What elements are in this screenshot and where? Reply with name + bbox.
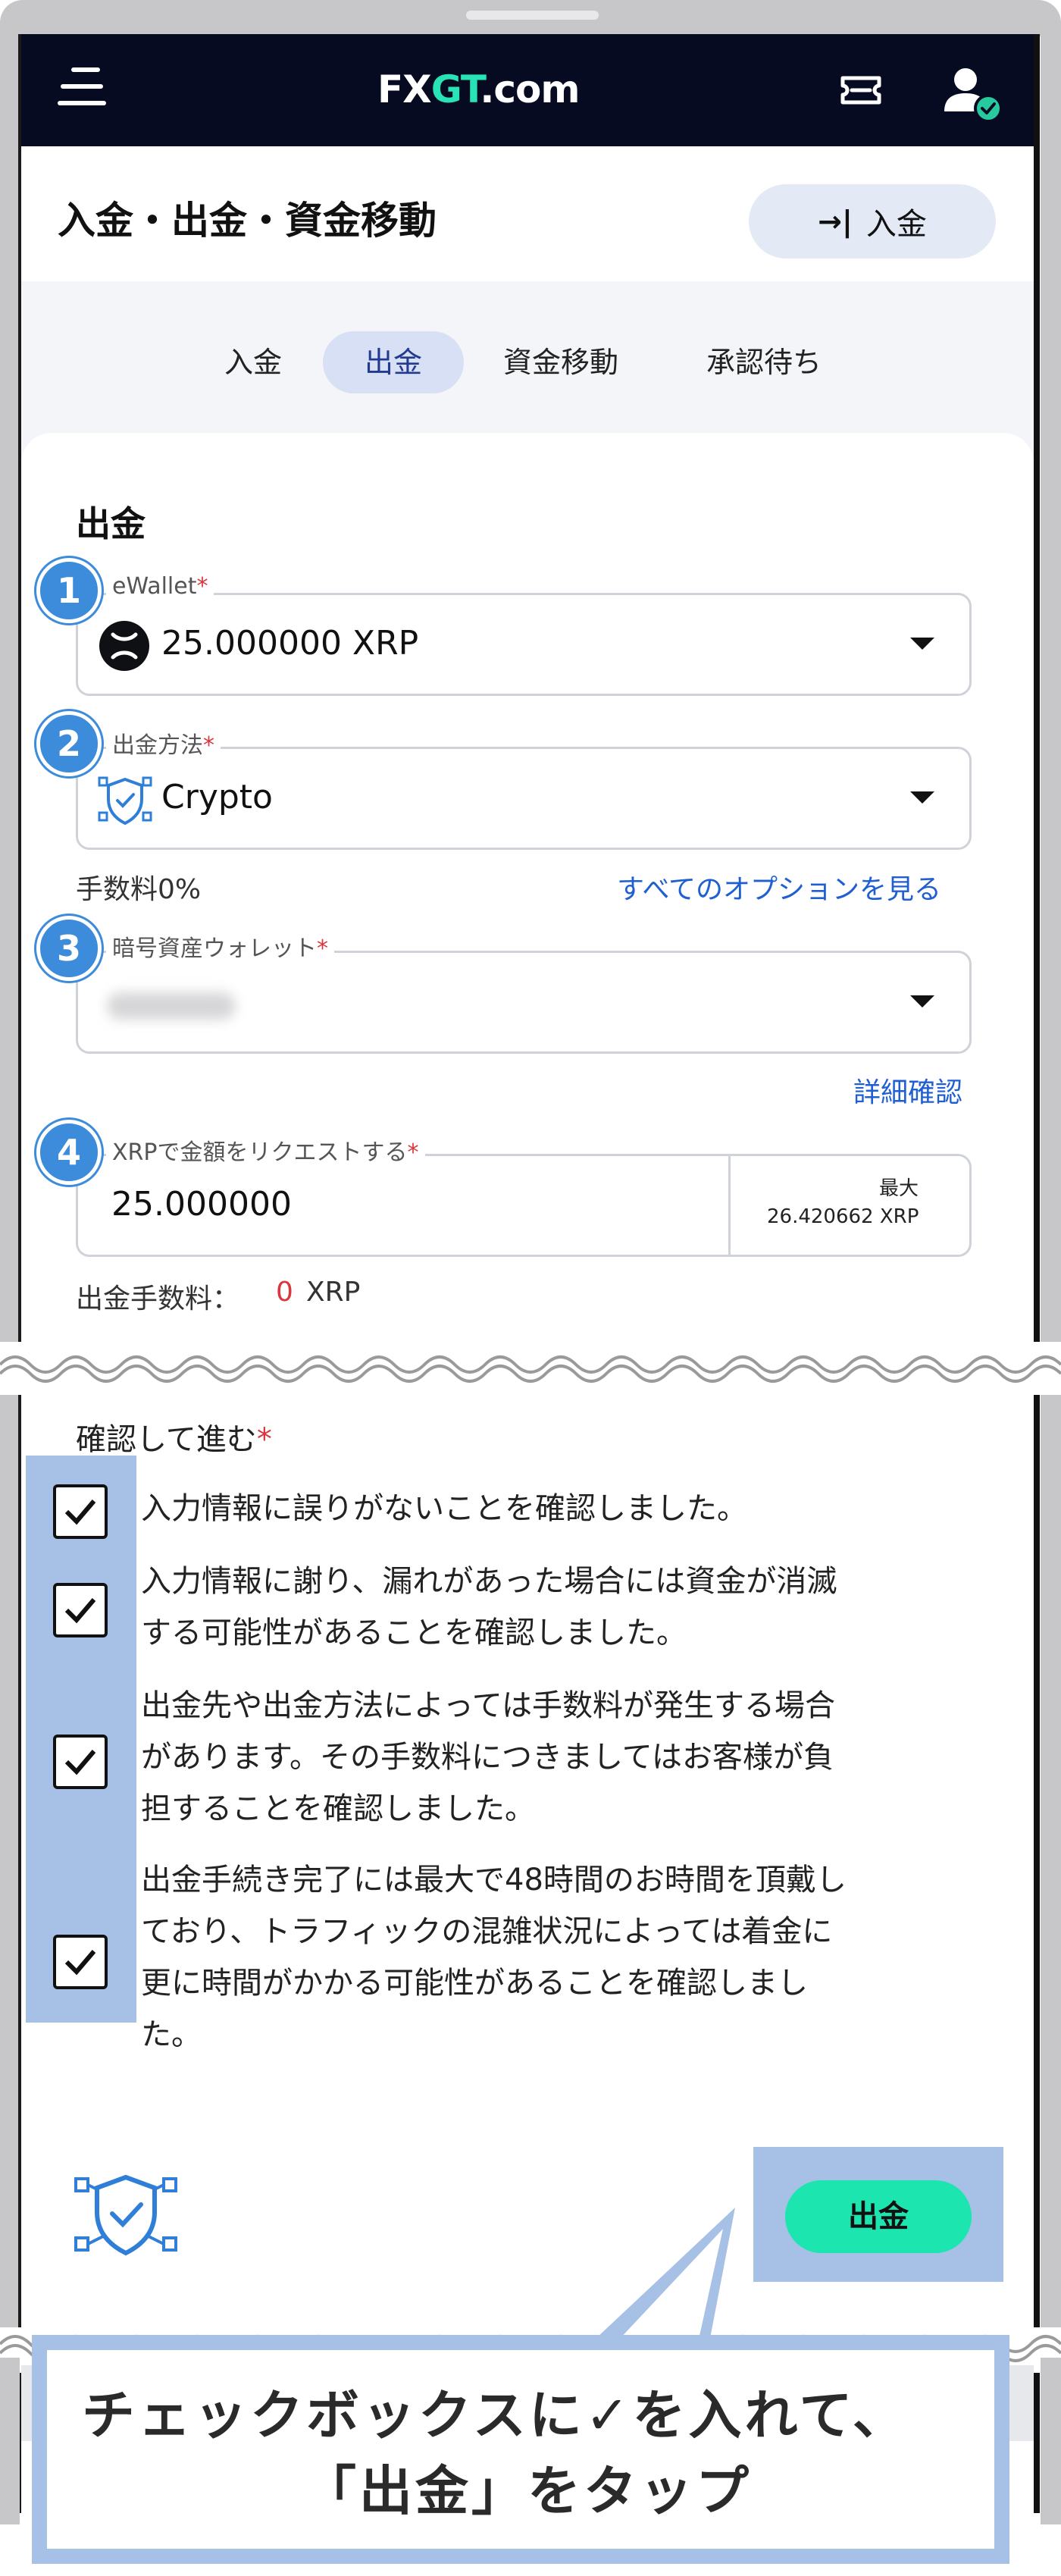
chevron-down-icon — [910, 995, 934, 1008]
section-title: 出金 — [76, 503, 146, 544]
check-icon — [64, 1598, 96, 1624]
confirm-checkbox-3[interactable] — [53, 1735, 108, 1789]
check-icon — [64, 1750, 96, 1775]
tab-transfer[interactable]: 資金移動 — [485, 331, 637, 393]
withdraw-method-label: 出金方法* — [106, 726, 221, 760]
withdraw-fee-unit: XRP — [306, 1277, 361, 1308]
arrow-right-bar-icon: →| — [818, 205, 853, 238]
xrp-icon — [99, 621, 149, 671]
ewallet-value: 25.000000 XRP — [161, 624, 419, 663]
phone-frame-left — [0, 23, 20, 2524]
withdraw-fee-amount: 0 — [276, 1277, 293, 1308]
chevron-down-icon — [910, 638, 934, 650]
callout-line-1: チェックボックスに✓を入れて、 — [82, 2384, 909, 2446]
callout-line-2: 「出金」をタップ — [303, 2460, 752, 2522]
confirm-text-4: 出金手続き完了には最大で48時間のお時間を頂戴し ており、トラフィックの混雑状況… — [141, 1863, 847, 2052]
check-icon — [64, 1950, 96, 1976]
all-options-link[interactable]: すべてのオプションを見る — [617, 867, 941, 907]
app-header: FXGT.com — [21, 34, 1034, 146]
amount-divider — [728, 1156, 731, 1255]
withdraw-submit-button[interactable]: 出金 — [785, 2180, 972, 2253]
fee-text: 手数料0% — [76, 874, 202, 905]
hamburger-menu-icon[interactable] — [58, 66, 106, 110]
withdraw-fee-label: 出金手数料： — [76, 1283, 240, 1315]
deposit-button[interactable]: →| 入金 — [749, 184, 996, 259]
phone-frame-right — [1041, 23, 1061, 2524]
step-badge-3: 3 — [36, 916, 102, 981]
confirm-checkbox-4[interactable] — [53, 1935, 108, 1989]
confirm-title: 確認して進む* — [76, 1422, 272, 1457]
confirm-text-3: 出金先や出金方法によっては手数料が発生する場合 があります。その手数料につきまし… — [141, 1688, 835, 1826]
withdraw-method-value: Crypto — [161, 778, 273, 816]
wallet-value-blurred — [107, 992, 236, 1020]
page-head: 入金・出金・資金移動 →| 入金 — [21, 146, 1034, 281]
screen-edge-right-lower — [1034, 1395, 1040, 2327]
ewallet-select[interactable]: 25.000000 XRP — [76, 593, 972, 696]
fxgt-logo[interactable]: FXGT.com — [377, 67, 581, 111]
phone-frame-left-bottom — [0, 2358, 20, 2524]
screen-edge-left-lower — [18, 1395, 21, 2327]
chevron-down-icon — [910, 791, 934, 804]
max-label: 最大 — [879, 1177, 919, 1200]
deposit-button-label: 入金 — [865, 207, 927, 242]
security-shield-icon — [73, 2167, 179, 2265]
check-icon — [64, 1500, 96, 1525]
section-cut-divider — [0, 1342, 1061, 1395]
step-badge-4: 4 — [36, 1120, 102, 1185]
crypto-wallet-label: 暗号資産ウォレット* — [106, 929, 334, 963]
confirm-text-2: 入力情報に謝り、漏れがあった場合には資金が消滅 する可能性があることを確認しまし… — [141, 1564, 837, 1650]
tab-withdraw[interactable]: 出金 — [323, 331, 464, 393]
step-badge-1: 1 — [36, 558, 102, 623]
max-value[interactable]: 26.420662 XRP — [767, 1205, 919, 1228]
details-link[interactable]: 詳細確認 — [853, 1070, 962, 1110]
tab-deposit[interactable]: 入金 — [208, 331, 299, 393]
amount-label: XRPで金額をリクエストする* — [106, 1133, 425, 1167]
ewallet-label: eWallet* — [106, 573, 214, 600]
confirm-checkbox-1[interactable] — [53, 1484, 108, 1539]
page-title: 入金・出金・資金移動 — [58, 199, 437, 243]
crypto-shield-icon — [96, 772, 154, 829]
crypto-wallet-select[interactable] — [76, 951, 972, 1054]
phone-frame: FXGT.com 入金・出金・資金移動 →| 入金 入金 出金 資金移動 承認待… — [0, 0, 1061, 2576]
step-badge-2: 2 — [36, 711, 102, 776]
amount-value: 25.000000 — [111, 1185, 292, 1224]
phone-frame-right-bottom — [1041, 2358, 1061, 2524]
ticket-icon[interactable] — [838, 72, 884, 108]
phone-notch — [466, 11, 599, 20]
withdraw-method-select[interactable]: Crypto — [76, 747, 972, 850]
confirm-text-1: 入力情報に誤りがないことを確認しました。 — [141, 1491, 747, 1526]
tab-pending[interactable]: 承認待ち — [688, 331, 840, 393]
confirm-checkbox-2[interactable] — [53, 1583, 108, 1637]
user-verified-icon[interactable] — [940, 64, 1005, 125]
